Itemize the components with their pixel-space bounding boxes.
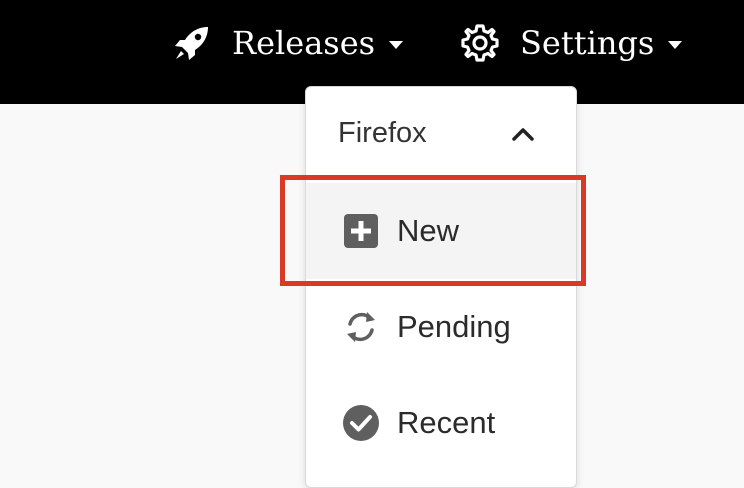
menu-item-label: New xyxy=(397,213,460,248)
menu-item-label: Recent xyxy=(397,405,496,440)
menu-item-pending[interactable]: Pending xyxy=(306,279,576,375)
gear-icon xyxy=(458,21,502,65)
releases-label: Releases xyxy=(232,24,376,62)
check-circle-icon xyxy=(342,404,380,442)
settings-label: Settings xyxy=(520,24,655,62)
section-title-firefox: Firefox xyxy=(338,116,427,149)
settings-menu-button[interactable]: Settings xyxy=(458,0,683,86)
releases-menu-button[interactable]: Releases xyxy=(170,0,404,86)
sync-icon xyxy=(342,308,380,346)
releases-dropdown-menu: Firefox New Pending Recent xyxy=(305,86,577,488)
chevron-up-icon xyxy=(510,121,536,147)
dropdown-section-header[interactable]: Firefox xyxy=(306,87,576,179)
menu-item-new[interactable]: New xyxy=(306,183,576,279)
chevron-down-icon xyxy=(389,41,404,49)
menu-item-label: Pending xyxy=(397,309,511,344)
plus-square-icon xyxy=(342,212,380,250)
rocket-icon xyxy=(170,21,214,65)
chevron-down-icon xyxy=(668,41,683,49)
menu-item-recent[interactable]: Recent xyxy=(306,375,576,471)
